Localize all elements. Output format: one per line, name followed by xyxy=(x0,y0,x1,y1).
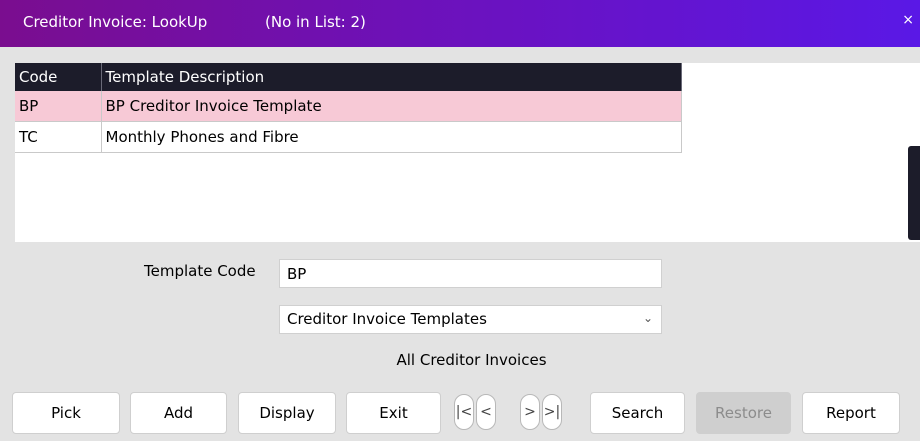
filter-info-text: All Creditor Invoices xyxy=(396,351,547,369)
search-button[interactable]: Search xyxy=(590,392,685,434)
report-button[interactable]: Report xyxy=(802,392,900,434)
scrollbar-thumb[interactable] xyxy=(908,146,920,240)
close-icon[interactable]: × xyxy=(902,12,914,28)
add-button[interactable]: Add xyxy=(130,392,227,434)
table-header-row: Code Template Description xyxy=(15,63,682,91)
previous-record-icon[interactable]: < xyxy=(476,394,496,430)
chevron-down-icon: ⌄ xyxy=(642,311,653,325)
column-header-code[interactable]: Code xyxy=(15,63,102,91)
template-filter-select[interactable]: Creditor Invoice Templates ⌄ xyxy=(279,305,662,334)
results-table: Code Template Description BP BP Creditor… xyxy=(15,63,682,153)
template-filter-value: Creditor Invoice Templates xyxy=(287,310,487,328)
first-record-icon[interactable]: |< xyxy=(454,394,474,430)
list-count: (No in List: 2) xyxy=(265,13,366,31)
cell-description: Monthly Phones and Fibre xyxy=(101,121,682,153)
restore-button: Restore xyxy=(696,392,791,434)
last-record-icon[interactable]: >| xyxy=(542,394,562,430)
exit-button[interactable]: Exit xyxy=(346,392,441,434)
table-row[interactable]: TC Monthly Phones and Fibre xyxy=(15,121,682,153)
cell-code: BP xyxy=(15,91,102,122)
title-bar: Creditor Invoice: LookUp (No in List: 2)… xyxy=(0,0,920,47)
results-list: Code Template Description BP BP Creditor… xyxy=(15,63,920,242)
cell-code: TC xyxy=(15,121,102,153)
table-row[interactable]: BP BP Creditor Invoice Template xyxy=(15,91,682,122)
lookup-window: Creditor Invoice: LookUp (No in List: 2)… xyxy=(0,0,920,441)
column-header-description[interactable]: Template Description xyxy=(101,63,682,91)
next-record-icon[interactable]: > xyxy=(520,394,540,430)
pick-button[interactable]: Pick xyxy=(12,392,120,434)
window-title: Creditor Invoice: LookUp xyxy=(23,13,208,31)
display-button[interactable]: Display xyxy=(238,392,336,434)
cell-description: BP Creditor Invoice Template xyxy=(101,91,682,122)
template-code-input[interactable] xyxy=(279,259,662,288)
template-code-label: Template Code xyxy=(144,262,256,280)
